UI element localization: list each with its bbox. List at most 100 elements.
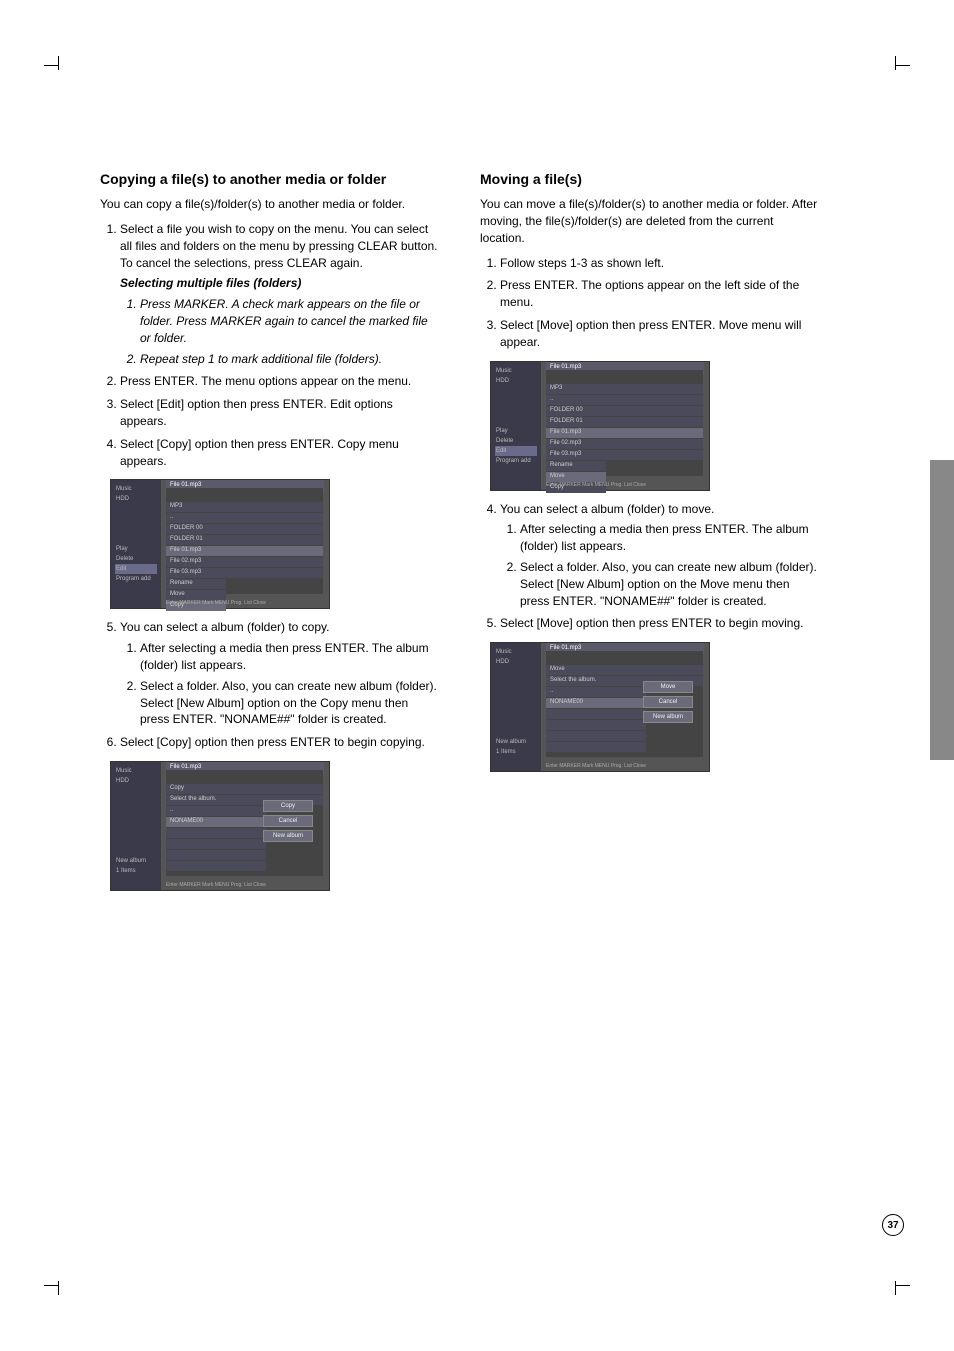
album-row-empty <box>546 720 646 730</box>
sub-heading-selecting: Selecting multiple files (folders) <box>120 275 440 292</box>
sub-steps-4: After selecting a media then press ENTER… <box>500 521 820 609</box>
sidebar-program: Program add <box>115 574 157 584</box>
sub-step-4-1: After selecting a media then press ENTER… <box>520 521 820 555</box>
step-1: Select a file you wish to copy on the me… <box>120 221 440 367</box>
sidebar-delete: Delete <box>115 554 157 564</box>
file-row: File 03.mp3 <box>166 568 323 578</box>
file-row: File 01.mp3 <box>546 428 703 438</box>
heading-moving: Moving a file(s) <box>480 170 820 188</box>
steps-moving-cont: You can select a album (folder) to move.… <box>480 501 820 633</box>
crop-mark <box>895 1281 896 1295</box>
screenshot-albumlist: Copy Select the album. .. NONAME00 Copy … <box>166 770 323 876</box>
sub-step-5-1: After selecting a media then press ENTER… <box>140 640 440 674</box>
crop-mark <box>58 56 59 70</box>
right-column: Moving a file(s) You can move a file(s)/… <box>480 60 820 901</box>
left-column: Copying a file(s) to another media or fo… <box>100 60 440 901</box>
type-label: MP3 <box>546 384 703 394</box>
album-row-empty <box>546 709 646 719</box>
file-row: FOLDER 00 <box>546 406 703 416</box>
screenshot-albumlist: Move Select the album. .. NONAME00 Move … <box>546 651 703 757</box>
crop-mark <box>896 65 910 66</box>
footer-new-album: New album <box>115 856 157 866</box>
steps-copying-cont: You can select a album (folder) to copy.… <box>100 619 440 751</box>
sidebar-edit: Edit <box>495 446 537 456</box>
file-row: File 02.mp3 <box>546 439 703 449</box>
sub-step-2: Repeat step 1 to mark additional file (f… <box>140 351 440 368</box>
hints: Enter MARKER Mark MENU Prog. List Close <box>546 482 704 488</box>
screenshot-sidebar: Music HDD New album 1 Items <box>491 643 541 771</box>
file-row: FOLDER 01 <box>166 535 323 545</box>
type-label: MP3 <box>166 502 323 512</box>
cancel-button: Cancel <box>263 815 313 827</box>
crop-mark <box>896 1285 910 1286</box>
screenshot-sidebar: Music HDD Play Delete Edit Program add <box>111 480 161 608</box>
mode-label: Move <box>546 665 703 675</box>
album-row-empty <box>166 861 266 871</box>
album-row-empty <box>546 731 646 741</box>
album-row-empty <box>546 742 646 752</box>
step-5: Select [Move] option then press ENTER to… <box>500 615 820 632</box>
footer-count: 1 Items <box>115 866 157 876</box>
action-buttons: Copy Cancel New album <box>263 800 313 845</box>
file-row: File 01.mp3 <box>166 546 323 556</box>
album-row-empty <box>166 839 266 849</box>
sub-step-4-2: Select a folder. Also, you can create ne… <box>520 559 820 609</box>
album-row: .. <box>546 687 646 697</box>
screenshot-sidebar: Music HDD Play Delete Edit Program add <box>491 362 541 490</box>
popup-move: Move <box>166 590 226 600</box>
mode-label: Copy <box>166 784 323 794</box>
section-tab: Playback <box>930 460 954 760</box>
screenshot-move-album: Music HDD New album 1 Items File 01.mp3 … <box>490 642 710 772</box>
album-row: NONAME00 <box>166 817 266 827</box>
sub-steps-5: After selecting a media then press ENTER… <box>120 640 440 728</box>
sidebar-play: Play <box>115 544 157 554</box>
sidebar-hdd: HDD <box>495 657 537 667</box>
album-row-empty <box>166 828 266 838</box>
sub-step-1: Press MARKER. A check mark appears on th… <box>140 296 440 346</box>
crop-mark <box>58 1281 59 1295</box>
album-row: .. <box>166 806 266 816</box>
crop-mark <box>895 56 896 70</box>
section-tab-label: Playback <box>792 300 810 600</box>
step-2: Press ENTER. The options appear on the l… <box>500 277 820 311</box>
sidebar-program: Program add <box>495 456 537 466</box>
screenshot-copy-menu: Music HDD Play Delete Edit Program add F… <box>110 479 330 609</box>
intro-moving: You can move a file(s)/folder(s) to anot… <box>480 196 820 246</box>
step-3: Select [Move] option then press ENTER. M… <box>500 317 820 351</box>
crop-mark <box>44 65 58 66</box>
sidebar-music: Music <box>115 484 157 494</box>
file-row: FOLDER 01 <box>546 417 703 427</box>
album-row-empty <box>166 850 266 860</box>
step-2: Press ENTER. The menu options appear on … <box>120 373 440 390</box>
sidebar-music: Music <box>115 766 157 776</box>
copy-button: Copy <box>263 800 313 812</box>
sidebar-play: Play <box>495 426 537 436</box>
hints: Enter MARKER Mark MENU Prog. List Close <box>166 882 324 888</box>
cancel-button: Cancel <box>643 696 693 708</box>
hints: Enter MARKER Mark MENU Prog. List Close <box>546 763 704 769</box>
screenshot-filelist: MP3 .. FOLDER 00 FOLDER 01 File 01.mp3 F… <box>546 370 703 476</box>
sidebar-music: Music <box>495 647 537 657</box>
page-number: 37 <box>882 1214 904 1236</box>
sub-steps-selecting: Press MARKER. A check mark appears on th… <box>120 296 440 367</box>
popup-rename: Rename <box>546 461 606 471</box>
popup-move: Move <box>546 472 606 482</box>
screenshot-sidebar: Music HDD New album 1 Items <box>111 762 161 890</box>
hints: Enter MARKER Mark MENU Prog. List Close <box>166 600 324 606</box>
file-row: FOLDER 00 <box>166 524 323 534</box>
step-1: Follow steps 1-3 as shown left. <box>500 255 820 272</box>
screenshot-move-menu: Music HDD Play Delete Edit Program add F… <box>490 361 710 491</box>
file-row: .. <box>546 395 703 405</box>
sidebar-edit: Edit <box>115 564 157 574</box>
step-6: Select [Copy] option then press ENTER to… <box>120 734 440 751</box>
intro-copying: You can copy a file(s)/folder(s) to anot… <box>100 196 440 213</box>
sidebar-music: Music <box>495 366 537 376</box>
footer-count: 1 Items <box>495 747 537 757</box>
file-row: File 03.mp3 <box>546 450 703 460</box>
step-4: You can select a album (folder) to move.… <box>500 501 820 610</box>
steps-copying: Select a file you wish to copy on the me… <box>100 221 440 469</box>
move-button: Move <box>643 681 693 693</box>
action-buttons: Move Cancel New album <box>643 681 693 726</box>
crop-mark <box>44 1285 58 1286</box>
screenshot-filelist: MP3 .. FOLDER 00 FOLDER 01 File 01.mp3 F… <box>166 488 323 594</box>
